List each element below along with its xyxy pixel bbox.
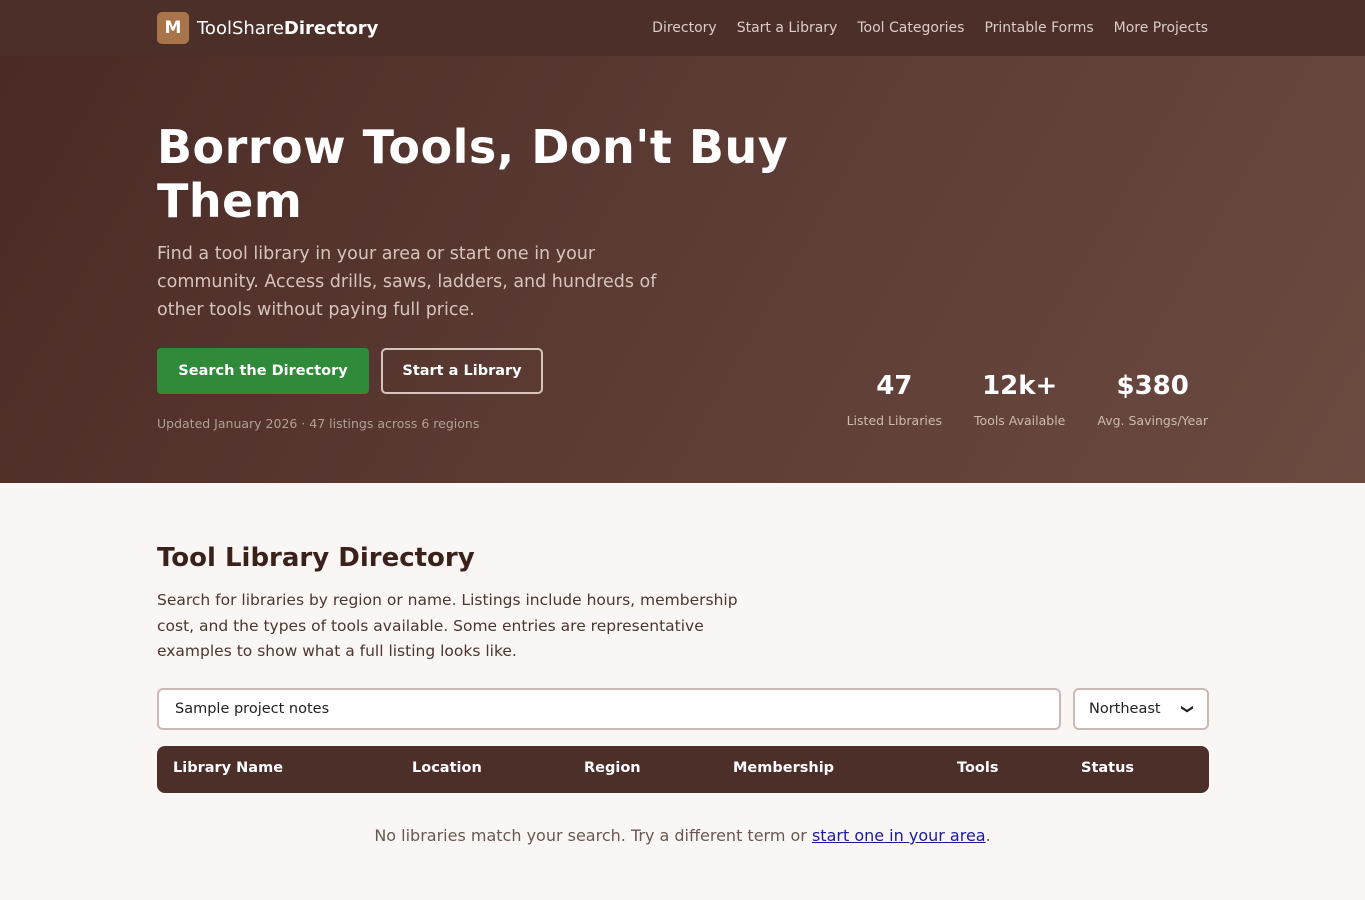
stat-label: Avg. Savings/Year bbox=[1097, 413, 1208, 428]
directory-description: Search for libraries by region or name. … bbox=[157, 591, 738, 660]
start-one-link[interactable]: start one in your area bbox=[812, 826, 986, 845]
col-membership[interactable]: Membership bbox=[733, 760, 834, 776]
col-location[interactable]: Location bbox=[412, 760, 482, 776]
col-region[interactable]: Region bbox=[584, 760, 641, 776]
search-directory-button[interactable]: Search the Directory bbox=[157, 348, 369, 394]
directory-title: Tool Library Directory bbox=[157, 543, 475, 573]
empty-state-text: No libraries match your search. Try a di… bbox=[374, 826, 812, 845]
stat-listed-libraries: 47 Listed Libraries bbox=[847, 371, 942, 428]
nav-more-projects[interactable]: More Projects bbox=[1114, 20, 1208, 36]
logo-icon: M bbox=[157, 12, 189, 44]
nav-directory[interactable]: Directory bbox=[652, 20, 717, 36]
nav-start-library[interactable]: Start a Library bbox=[737, 20, 838, 36]
empty-state: No libraries match your search. Try a di… bbox=[0, 826, 1365, 845]
col-library-name[interactable]: Library Name bbox=[173, 760, 283, 776]
stat-value: $380 bbox=[1116, 371, 1189, 401]
empty-state-suffix: . bbox=[985, 826, 991, 845]
col-tools[interactable]: Tools bbox=[957, 760, 999, 776]
brand-name: ToolShareDirectory bbox=[197, 18, 378, 39]
region-select[interactable]: Northeast ❯ bbox=[1073, 688, 1209, 730]
region-selected-value: Northeast bbox=[1089, 701, 1161, 717]
search-input[interactable] bbox=[157, 688, 1061, 730]
stat-value: 12k+ bbox=[982, 371, 1058, 401]
brand-name-light: ToolShare bbox=[197, 17, 284, 39]
start-library-button[interactable]: Start a Library bbox=[381, 348, 543, 394]
main-nav: Directory Start a Library Tool Categorie… bbox=[652, 0, 1208, 56]
brand[interactable]: M ToolShareDirectory bbox=[157, 12, 378, 44]
brand-name-bold: Directory bbox=[283, 17, 379, 39]
stat-value: 47 bbox=[876, 371, 913, 401]
stat-label: Tools Available bbox=[974, 413, 1066, 428]
hero-lede: Find a tool library in your area or star… bbox=[157, 244, 657, 320]
updated-note: Updated January 2026 · 47 listings acros… bbox=[157, 416, 480, 431]
hero-section: Borrow Tools, Don't Buy Them Find a tool… bbox=[0, 56, 1365, 483]
chevron-down-icon: ❯ bbox=[1180, 703, 1195, 715]
nav-tool-categories[interactable]: Tool Categories bbox=[857, 20, 964, 36]
stat-avg-savings: $380 Avg. Savings/Year bbox=[1097, 371, 1208, 428]
stat-label: Listed Libraries bbox=[846, 413, 943, 428]
top-nav-bar: M ToolShareDirectory Directory Start a L… bbox=[0, 0, 1365, 56]
col-status[interactable]: Status bbox=[1081, 760, 1134, 776]
directory-table-header: Library Name Location Region Membership … bbox=[157, 746, 1209, 793]
stat-tools-available: 12k+ Tools Available bbox=[974, 371, 1065, 428]
nav-printable-forms[interactable]: Printable Forms bbox=[984, 20, 1093, 36]
hero-stats: 47 Listed Libraries 12k+ Tools Available… bbox=[847, 371, 1208, 428]
hero-title: Borrow Tools, Don't Buy Them bbox=[157, 120, 789, 228]
